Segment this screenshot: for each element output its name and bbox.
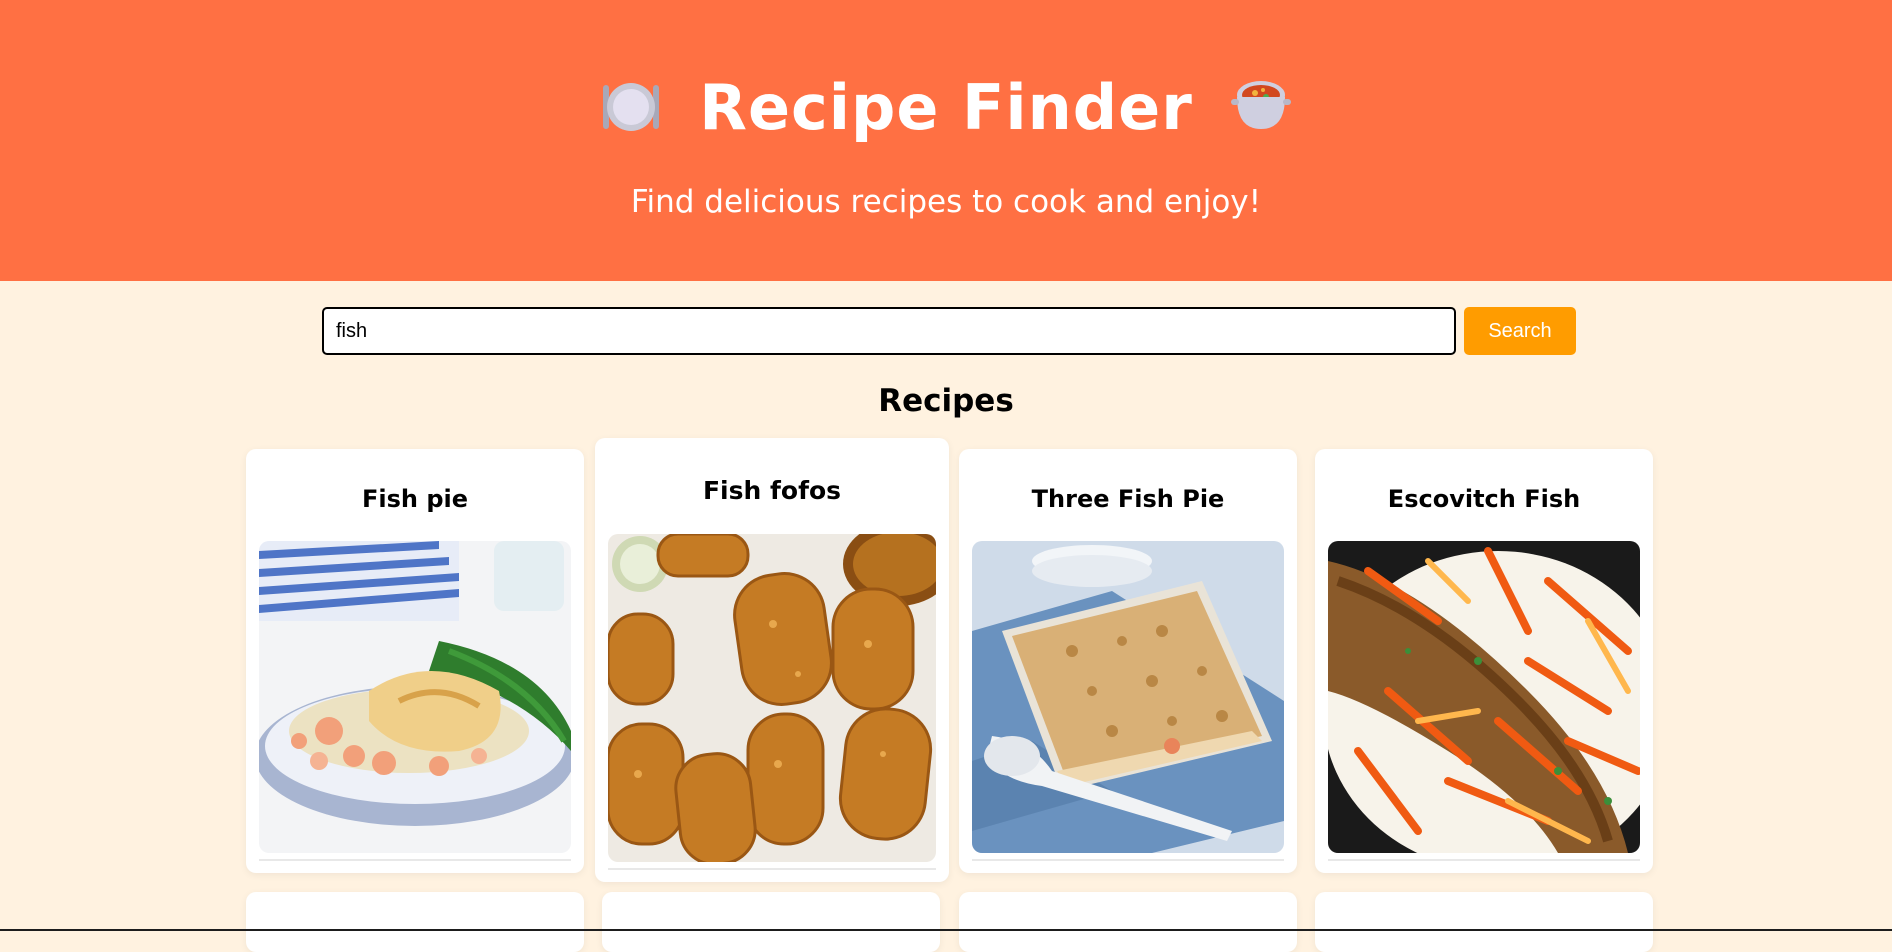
header: Recipe Finder Find delicious recipes to … [0, 0, 1892, 281]
recipe-card[interactable] [246, 892, 584, 952]
stew-pot-icon [1229, 75, 1293, 139]
page-title: Recipe Finder [699, 70, 1193, 144]
recipe-title: Fish fofos [702, 476, 841, 505]
recipe-card[interactable]: Fish fofos [595, 438, 949, 882]
search-button[interactable]: Search [1464, 307, 1576, 355]
card-divider [608, 868, 936, 870]
title-row: Recipe Finder [0, 62, 1892, 152]
recipe-title: Escovitch Fish [1387, 485, 1581, 513]
section-title: Recipes [878, 383, 1014, 419]
page-subtitle: Find delicious recipes to cook and enjoy… [630, 184, 1262, 220]
fish-pie-image [259, 541, 571, 853]
plate-utensils-icon [599, 75, 663, 139]
card-divider [259, 859, 571, 861]
recipe-card[interactable] [1315, 892, 1653, 952]
recipe-title: Three Fish Pie [1031, 485, 1225, 513]
recipe-card[interactable] [602, 892, 940, 952]
recipe-card[interactable]: Escovitch Fish [1315, 449, 1653, 873]
card-divider [972, 859, 1284, 861]
fish-fofos-image [608, 534, 936, 862]
card-divider [1328, 859, 1640, 861]
recipe-card[interactable]: Fish pie [246, 449, 584, 873]
three-fish-pie-image [972, 541, 1284, 853]
escovitch-fish-image [1328, 541, 1640, 853]
recipe-card[interactable]: Three Fish Pie [959, 449, 1297, 873]
recipe-card[interactable] [959, 892, 1297, 952]
search-input[interactable] [322, 307, 1456, 355]
recipe-title: Fish pie [361, 485, 469, 513]
